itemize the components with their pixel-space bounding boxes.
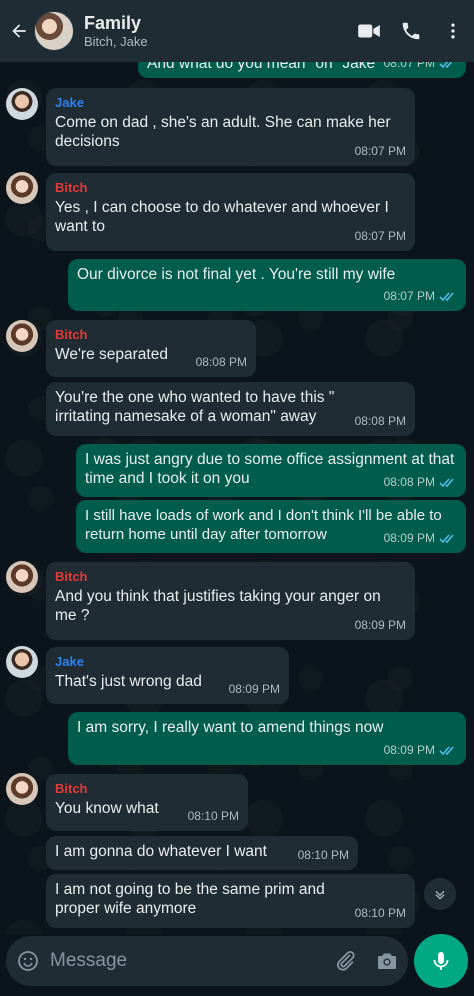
scroll-to-bottom-button[interactable]	[424, 878, 456, 910]
read-ticks-icon	[439, 62, 453, 69]
message-bubble-incoming[interactable]: Bitch We're separated 08:08 PM	[46, 320, 256, 377]
composer-bar	[0, 934, 474, 996]
message-time: 08:10 PM	[187, 809, 239, 823]
message-text: I am sorry, I really want to amend thing…	[77, 719, 384, 736]
sender-name: Jake	[55, 654, 84, 669]
message-text: Our divorce is not final yet . You're st…	[77, 266, 396, 283]
camera-icon	[378, 953, 396, 969]
message-time: 08:09 PM	[354, 618, 406, 632]
avatar-bitch[interactable]	[6, 320, 38, 352]
message-bubble-outgoing[interactable]: I am sorry, I really want to amend thing…	[68, 712, 466, 765]
avatar-bitch[interactable]	[6, 561, 38, 593]
message-time: 08:08 PM	[354, 414, 406, 428]
read-ticks-icon	[439, 478, 454, 488]
camera-button[interactable]	[366, 936, 408, 986]
sender-name: Bitch	[55, 781, 88, 796]
sender-name: Bitch	[55, 180, 88, 195]
read-ticks-icon	[439, 534, 454, 544]
avatar-jake[interactable]	[6, 88, 38, 120]
avatar-jake[interactable]	[6, 646, 38, 678]
message-bubble-incoming[interactable]: Jake Come on dad , she's an adult. She c…	[46, 88, 415, 166]
message-time: 08:07 PM	[354, 229, 406, 243]
chat-title-area[interactable]: Family Bitch, Jake	[84, 12, 348, 50]
message-bubble-outgoing[interactable]: And what do you mean "on" Jake 08:07 PM	[138, 62, 466, 78]
more-vert-icon	[451, 23, 455, 39]
message-time: 08:07 PM	[384, 62, 457, 73]
attach-button[interactable]	[324, 936, 366, 986]
message-bubble-incoming[interactable]: Bitch You know what 08:10 PM	[46, 774, 248, 831]
paperclip-icon	[337, 950, 355, 971]
emoji-button[interactable]	[6, 936, 50, 986]
more-options-button[interactable]	[432, 0, 474, 62]
group-avatar[interactable]	[34, 11, 74, 51]
message-bubble-incoming[interactable]: I am gonna do whatever I want 08:10 PM	[46, 836, 358, 870]
message-text: I am not going to be the same prim and p…	[55, 881, 329, 917]
message-list[interactable]: And what do you mean "on" Jake 08:07 PM …	[0, 62, 474, 934]
message-text: Yes , I can choose to do whatever and wh…	[55, 199, 394, 235]
phone-icon	[402, 22, 420, 40]
video-call-button[interactable]	[348, 0, 390, 62]
message-bubble-outgoing[interactable]: I still have loads of work and I don't t…	[76, 500, 466, 553]
message-text: Come on dad , she's an adult. She can ma…	[55, 114, 395, 150]
video-call-icon	[358, 24, 380, 38]
read-ticks-icon	[439, 292, 454, 302]
message-time: 08:07 PM	[354, 144, 406, 158]
message-bubble-incoming[interactable]: Bitch Yes , I can choose to do whatever …	[46, 173, 415, 251]
sender-name: Bitch	[55, 569, 88, 584]
message-input-box	[6, 936, 408, 986]
message-text: And you think that justifies taking your…	[55, 588, 386, 624]
avatar-bitch[interactable]	[6, 172, 38, 204]
message-time: 08:09 PM	[228, 682, 280, 696]
avatar-bitch[interactable]	[6, 773, 38, 805]
arrow-left-icon	[12, 24, 26, 38]
read-ticks-icon	[439, 746, 454, 756]
mic-icon	[433, 952, 449, 970]
message-input[interactable]	[50, 950, 324, 972]
chat-participants: Bitch, Jake	[84, 34, 148, 49]
chat-header: Family Bitch, Jake	[0, 0, 474, 62]
message-time: 08:08 PM	[195, 355, 247, 369]
chevron-down-icon	[435, 890, 445, 900]
voice-message-button[interactable]	[414, 934, 468, 988]
message-bubble-incoming[interactable]: You're the one who wanted to have this "…	[46, 382, 415, 436]
message-bubble-incoming[interactable]: I am not going to be the same prim and p…	[46, 874, 415, 928]
message-bubble-outgoing[interactable]: I was just angry due to some office assi…	[76, 444, 466, 497]
message-time: 08:08 PM	[384, 473, 457, 492]
message-bubble-incoming[interactable]: Bitch And you think that justifies takin…	[46, 562, 415, 640]
message-bubble-incoming[interactable]: Jake That's just wrong dad 08:09 PM	[46, 647, 289, 704]
emoji-icon	[18, 951, 38, 971]
chat-title: Family	[84, 13, 142, 33]
voice-call-button[interactable]	[390, 0, 432, 62]
sender-name: Bitch	[55, 327, 88, 342]
message-text: You're the one who wanted to have this "…	[55, 389, 339, 425]
message-time: 08:10 PM	[297, 848, 349, 862]
message-time: 08:09 PM	[384, 529, 457, 548]
message-bubble-outgoing[interactable]: Our divorce is not final yet . You're st…	[68, 259, 466, 311]
message-time: 08:07 PM	[384, 287, 457, 306]
message-time: 08:09 PM	[384, 741, 457, 760]
sender-name: Jake	[55, 95, 84, 110]
message-time: 08:10 PM	[354, 906, 406, 920]
back-button[interactable]	[4, 0, 34, 62]
